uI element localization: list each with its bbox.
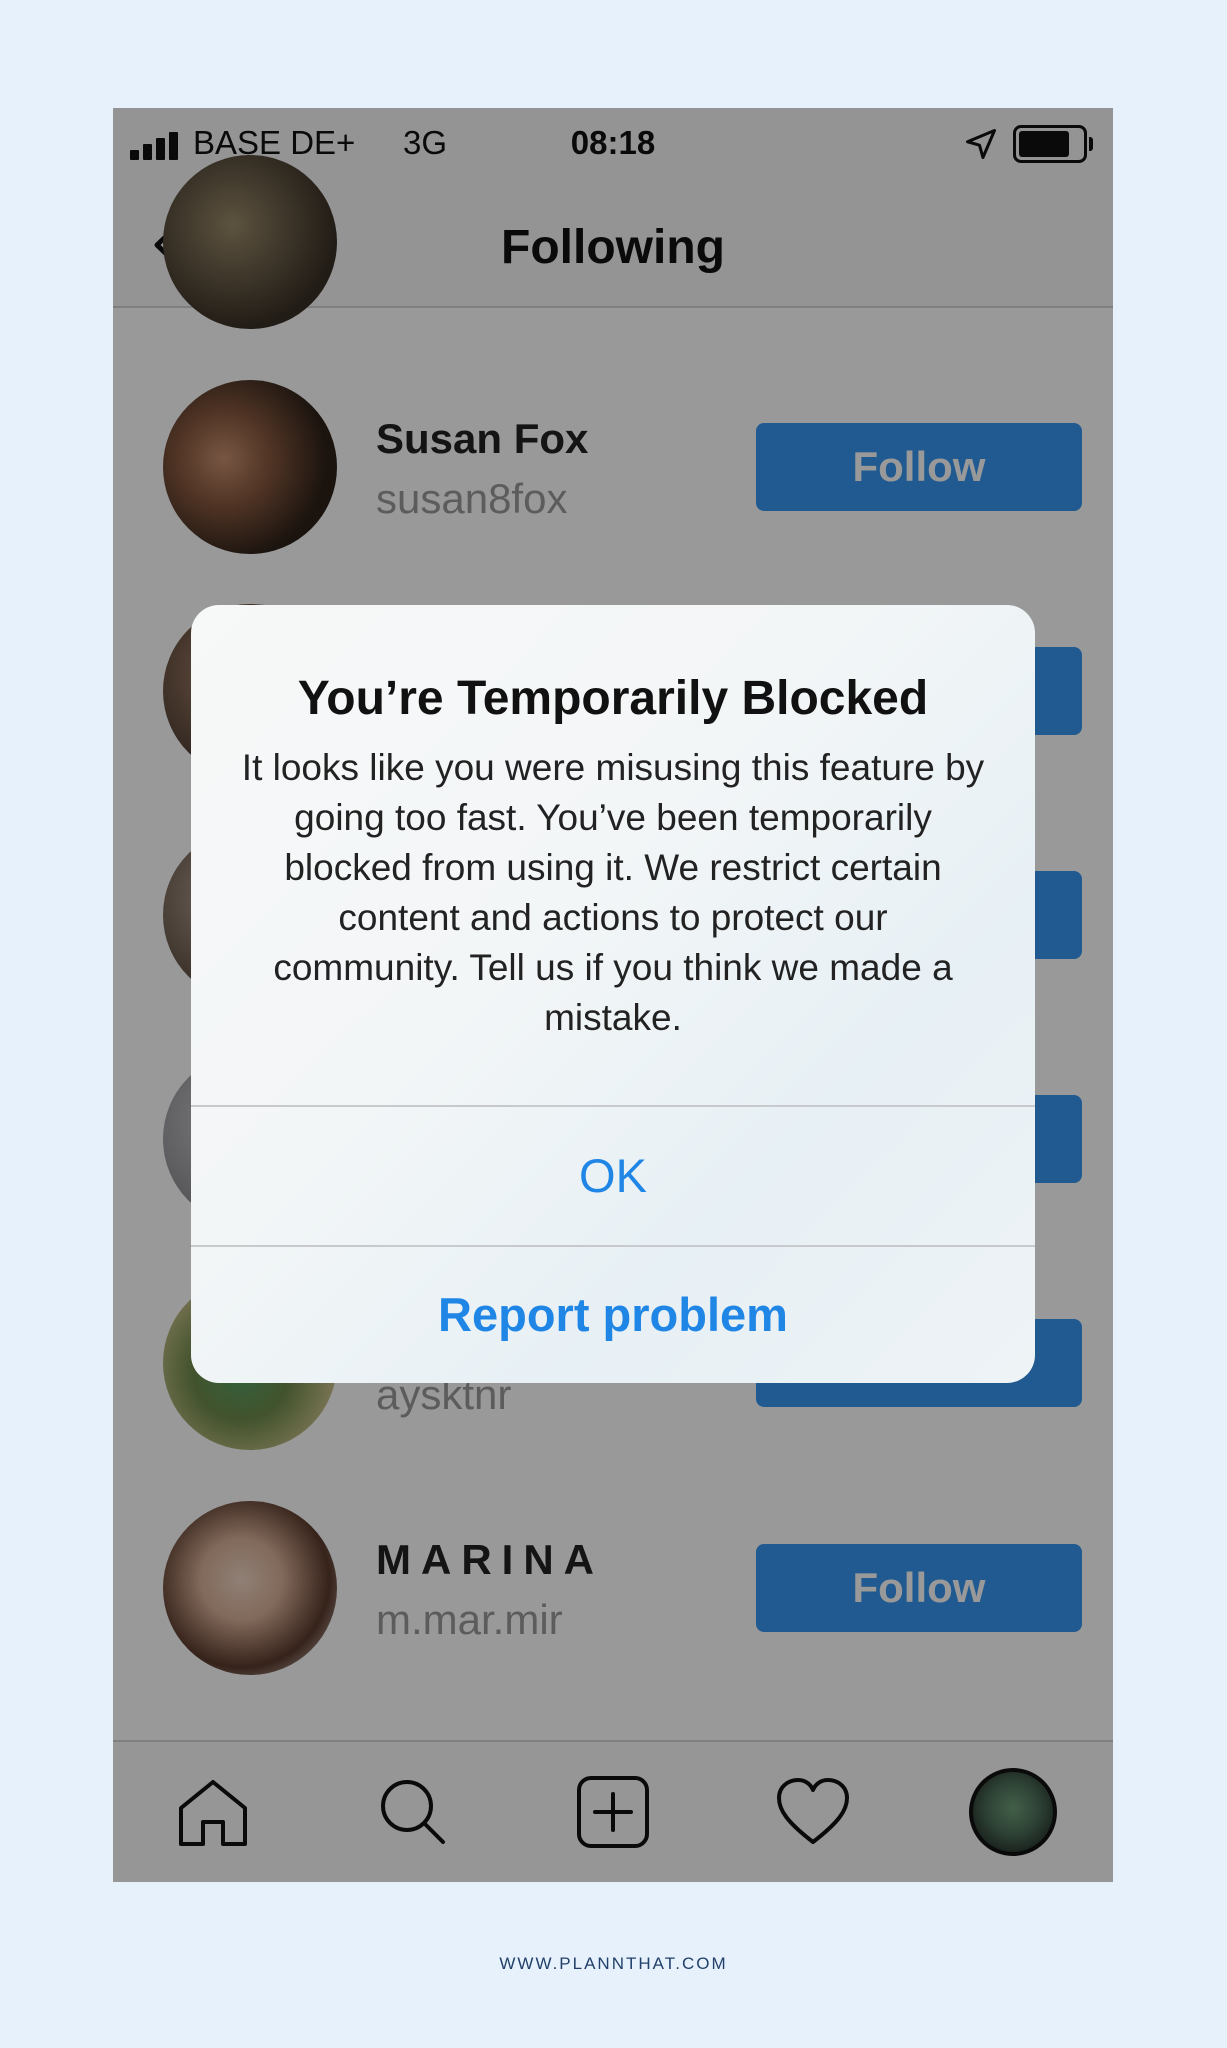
ok-button[interactable]: OK (191, 1107, 1035, 1245)
alert-message: It looks like you were misusing this fea… (241, 747, 985, 1038)
alert-dialog: You’re Temporarily Blocked It looks like… (191, 605, 1035, 1383)
phone-screen: BASE DE+ 3G 08:18 Following Susan Fox su… (113, 108, 1113, 1882)
footer-url: WWW.PLANNTHAT.COM (499, 1954, 728, 1973)
report-problem-button[interactable]: Report problem (191, 1247, 1035, 1383)
alert-title: You’re Temporarily Blocked (297, 672, 929, 725)
